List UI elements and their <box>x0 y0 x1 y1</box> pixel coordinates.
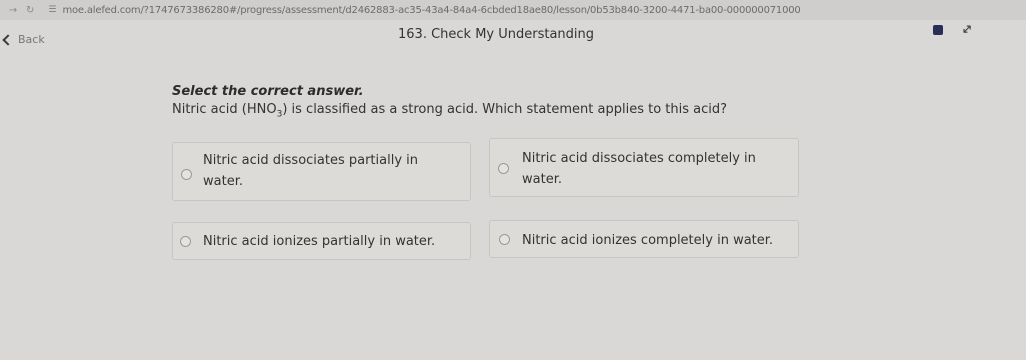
app-header: Back 163. Check My Understanding ↔ <box>0 20 1026 60</box>
url-text[interactable]: moe.alefed.com/?1747673386280#/progress/… <box>62 5 800 16</box>
back-label: Back <box>18 33 45 46</box>
notes-icon[interactable] <box>933 25 943 35</box>
option-1-line-2: water. <box>203 174 243 189</box>
radio-button-4[interactable] <box>499 234 510 245</box>
page-title: 163. Check My Understanding <box>398 27 595 42</box>
expand-icon[interactable]: ↔ <box>958 20 976 38</box>
chevron-left-icon <box>2 33 14 46</box>
question-text: Nitric acid (HNO3) is classified as a st… <box>172 102 727 120</box>
option-2-line-2: water. <box>522 172 562 187</box>
radio-button-1[interactable] <box>181 169 192 180</box>
question-text-before: Nitric acid (HNO <box>172 102 277 117</box>
site-info-icon[interactable]: ☰ <box>48 5 56 15</box>
answer-option-4[interactable]: Nitric acid ionizes completely in water. <box>489 220 799 258</box>
browser-address-bar: → ↻ ☰ moe.alefed.com/?1747673386280#/pro… <box>0 0 1026 20</box>
answer-option-1[interactable]: Nitric acid dissociates partially in wat… <box>172 142 471 201</box>
option-1-line-1: Nitric acid dissociates partially in <box>203 153 419 168</box>
option-4-line-1: Nitric acid ionizes completely in water. <box>522 233 774 248</box>
radio-button-3[interactable] <box>180 236 191 247</box>
instruction-text: Select the correct answer. <box>172 84 364 99</box>
option-3-line-1: Nitric acid ionizes partially in water. <box>203 234 436 249</box>
reload-icon[interactable]: ↻ <box>26 5 34 16</box>
back-button[interactable]: Back <box>2 33 45 46</box>
question-area: Select the correct answer. Nitric acid (… <box>0 60 1026 360</box>
question-text-after: ) is classified as a strong acid. Which … <box>282 102 728 117</box>
option-2-line-1: Nitric acid dissociates completely in <box>522 151 756 166</box>
arrow-right-icon[interactable]: → <box>6 5 20 16</box>
answer-option-3[interactable]: Nitric acid ionizes partially in water. <box>172 222 471 260</box>
answer-option-2[interactable]: Nitric acid dissociates completely in wa… <box>489 138 799 197</box>
radio-button-2[interactable] <box>498 163 509 174</box>
